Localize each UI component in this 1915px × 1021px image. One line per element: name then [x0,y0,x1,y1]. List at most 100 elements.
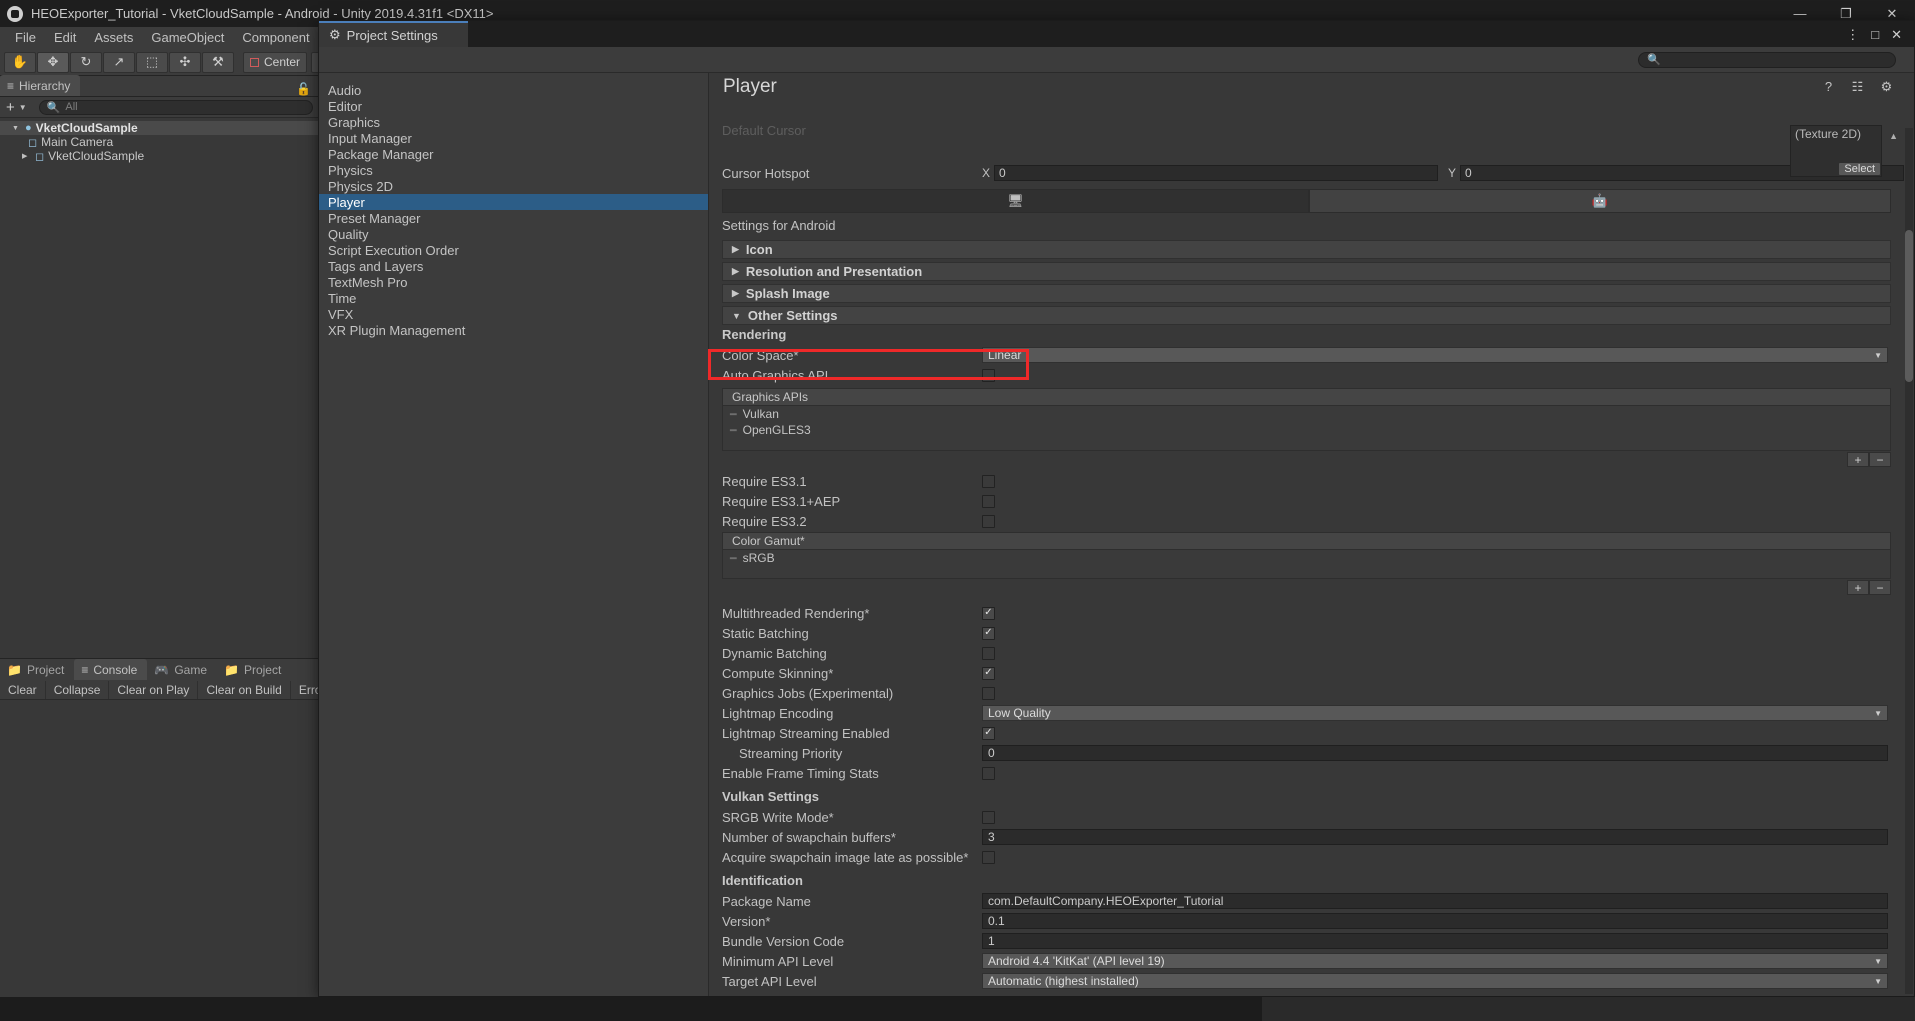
foldout-splash-image[interactable]: ▶ Splash Image [722,284,1891,303]
remove-graphics-api-button[interactable]: − [1869,452,1891,467]
menu-item-file[interactable]: File [6,27,45,49]
hand-tool-icon[interactable]: ✋ [4,52,36,73]
compute-skinning-checkbox[interactable] [982,667,995,680]
sidebar-item-xr-plugin-management[interactable]: XR Plugin Management [319,322,708,338]
sidebar-item-vfx[interactable]: VFX [319,306,708,322]
drag-handle-icon[interactable]: ━ [730,408,736,421]
menu-item-assets[interactable]: Assets [85,27,142,49]
acquire-swapchain-checkbox[interactable] [982,851,995,864]
pivot-label: Center [264,55,300,69]
sidebar-item-player[interactable]: Player [319,194,708,210]
rect-tool-icon[interactable]: ⬚ [136,52,168,73]
sidebar-item-input-manager[interactable]: Input Manager [319,130,708,146]
help-icon[interactable]: ? [1821,79,1836,94]
auto-graphics-api-checkbox[interactable] [982,369,995,382]
foldout-icon[interactable]: ▶ Icon [722,240,1891,259]
sidebar-item-time[interactable]: Time [319,290,708,306]
sidebar-item-physics-2d[interactable]: Physics 2D [319,178,708,194]
scrollbar-thumb[interactable] [1905,230,1913,382]
chevron-down-icon[interactable]: ▼ [12,125,21,132]
hierarchy-row-main-camera[interactable]: ◻ Main Camera [0,135,319,149]
move-tool-icon[interactable]: ✥ [37,52,69,73]
list-item[interactable]: ━ OpenGLES3 [723,422,1890,438]
close-icon[interactable]: ✕ [1891,28,1902,41]
rotate-tool-icon[interactable]: ↻ [70,52,102,73]
overflow-menu-icon[interactable]: ⋮ [1846,28,1859,41]
tab-project-2[interactable]: 📁 Project [217,659,291,680]
lock-icon[interactable]: 🔓 [296,82,311,96]
sidebar-item-graphics[interactable]: Graphics [319,114,708,130]
clear-on-play-button[interactable]: Clear on Play [109,681,198,699]
color-space-dropdown[interactable]: Linear ▼ [982,347,1888,363]
list-item[interactable]: ━ Vulkan [723,406,1890,422]
tab-hierarchy[interactable]: ≡ Hierarchy [0,75,80,96]
custom-tool-icon[interactable]: ⚒ [202,52,234,73]
remove-color-gamut-button[interactable]: − [1869,580,1891,595]
static-batching-checkbox[interactable] [982,627,995,640]
maximize-icon[interactable]: □ [1871,28,1879,41]
chevron-down-icon[interactable]: ▼ [19,103,27,112]
foldout-other-settings[interactable]: ▼ Other Settings [722,306,1891,325]
tab-console[interactable]: ≡ Console [74,659,147,680]
settings-vertical-scrollbar[interactable] [1905,128,1913,994]
collapse-button[interactable]: Collapse [46,681,110,699]
expander-up-icon[interactable]: ▲ [1889,131,1898,141]
sidebar-item-preset-manager[interactable]: Preset Manager [319,210,708,226]
standalone-platform-tab[interactable]: 🖥 [722,189,1309,213]
drag-handle-icon[interactable]: ━ [730,552,736,565]
require-es31aep-checkbox[interactable] [982,495,995,508]
clear-button[interactable]: Clear [0,681,46,699]
transform-tool-icon[interactable]: ✣ [169,52,201,73]
bundle-version-code-input[interactable]: 1 [982,933,1888,949]
sidebar-item-package-manager[interactable]: Package Manager [319,146,708,162]
streaming-priority-input[interactable]: 0 [982,745,1888,761]
dynamic-batching-checkbox[interactable] [982,647,995,660]
tab-project-settings[interactable]: ⚙ Project Settings [319,21,468,47]
hierarchy-row-scene[interactable]: ▼ ● VketCloudSample [0,121,319,135]
foldout-resolution-and-presentation[interactable]: ▶ Resolution and Presentation [722,262,1891,281]
sidebar-item-tags-and-layers[interactable]: Tags and Layers [319,258,708,274]
sidebar-item-audio[interactable]: Audio [319,82,708,98]
select-button[interactable]: Select [1839,163,1880,175]
add-gameobject-button[interactable]: + [6,100,15,115]
settings-search-input[interactable]: 🔍 [1638,52,1896,68]
menu-item-edit[interactable]: Edit [45,27,85,49]
add-graphics-api-button[interactable]: + [1847,452,1869,467]
android-platform-tab[interactable]: 🤖 [1309,189,1891,213]
menu-item-component[interactable]: Component [233,27,318,49]
sidebar-item-editor[interactable]: Editor [319,98,708,114]
chevron-right-icon[interactable]: ▶ [22,152,31,160]
version-input[interactable]: 0.1 [982,913,1888,929]
pivot-mode-button[interactable]: Center [243,52,307,73]
default-cursor-object-field[interactable]: (Texture 2D) Select [1790,125,1882,177]
lightmap-encoding-dropdown[interactable]: Low Quality ▼ [982,705,1888,721]
target-api-level-dropdown[interactable]: Automatic (highest installed) ▼ [982,973,1888,989]
add-color-gamut-button[interactable]: + [1847,580,1869,595]
cursor-hotspot-x-input[interactable]: 0 [994,165,1438,181]
clear-on-build-button[interactable]: Clear on Build [198,681,290,699]
menu-item-gameobject[interactable]: GameObject [142,27,233,49]
package-name-input[interactable]: com.DefaultCompany.HEOExporter_Tutorial [982,893,1888,909]
hierarchy-search-input[interactable]: 🔍 All [39,100,313,115]
srgb-write-mode-checkbox[interactable] [982,811,995,824]
tab-project[interactable]: 📁 Project [0,659,74,680]
scale-tool-icon[interactable]: ↗ [103,52,135,73]
multithreaded-rendering-checkbox[interactable] [982,607,995,620]
preset-icon[interactable]: ☷ [1850,79,1865,94]
drag-handle-icon[interactable]: ━ [730,424,736,437]
hierarchy-row-vketcloudsample[interactable]: ▶ ◻ VketCloudSample [0,149,319,163]
sidebar-item-physics[interactable]: Physics [319,162,708,178]
tab-game[interactable]: 🎮 Game [147,659,217,680]
sidebar-item-textmesh-pro[interactable]: TextMesh Pro [319,274,708,290]
require-es31-checkbox[interactable] [982,475,995,488]
minimum-api-level-dropdown[interactable]: Android 4.4 'KitKat' (API level 19) ▼ [982,953,1888,969]
sidebar-item-quality[interactable]: Quality [319,226,708,242]
settings-gear-icon[interactable]: ⚙ [1879,79,1894,94]
swapchain-buffers-input[interactable]: 3 [982,829,1888,845]
graphics-jobs-checkbox[interactable] [982,687,995,700]
sidebar-item-script-execution-order[interactable]: Script Execution Order [319,242,708,258]
lightmap-streaming-checkbox[interactable] [982,727,995,740]
require-es32-checkbox[interactable] [982,515,995,528]
frame-timing-stats-checkbox[interactable] [982,767,995,780]
list-item[interactable]: ━ sRGB [723,550,1890,566]
